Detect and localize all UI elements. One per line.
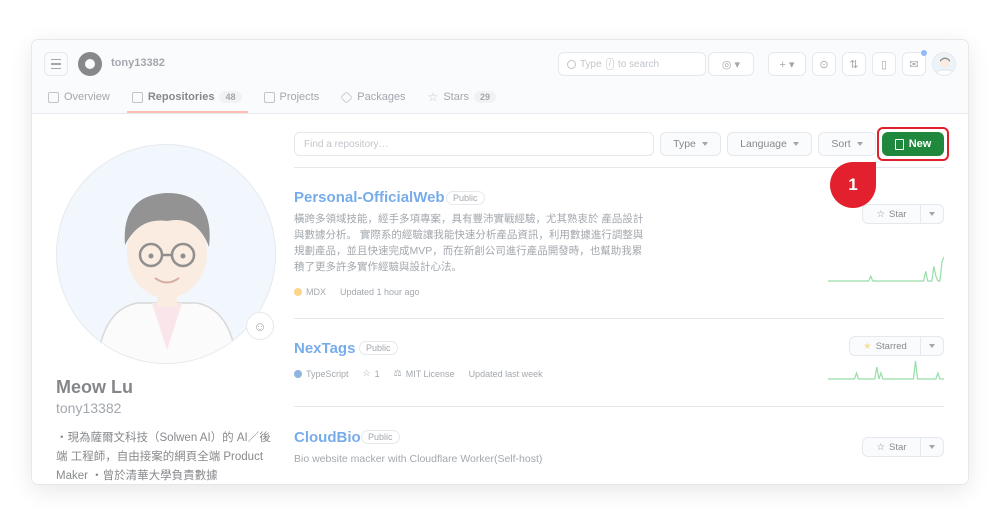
type-filter-button[interactable]: Type	[660, 132, 721, 156]
sort-button[interactable]: Sort	[818, 132, 876, 156]
plus-icon: + ▾	[779, 58, 795, 71]
repositories-button[interactable]: ▯	[872, 52, 896, 76]
header-username[interactable]: tony13382	[111, 57, 165, 69]
github-logo-icon[interactable]	[78, 52, 102, 76]
caret-down-icon	[929, 445, 935, 449]
find-repository-input[interactable]: Find a repository…	[294, 132, 654, 156]
star-button[interactable]: ☆ Star	[862, 437, 944, 457]
star-filled-icon: ★	[863, 340, 872, 352]
profile-bio: ・現為薩爾文科技（Solwen AI）的 AI／後端 工程師，自由接案的網頁全端…	[56, 432, 271, 482]
user-avatar[interactable]	[932, 52, 956, 76]
repo-meta: MDX Updated 1 hour ago	[294, 287, 420, 297]
activity-sparkline	[828, 360, 944, 380]
language-filter-button[interactable]: Language	[727, 132, 812, 156]
menu-button[interactable]	[44, 52, 68, 76]
pull-requests-button[interactable]: ⇅	[842, 52, 866, 76]
issues-button[interactable]: ⊙	[812, 52, 836, 76]
language-color-dot	[294, 288, 302, 296]
search-input[interactable]: Type / to search	[558, 52, 706, 76]
repo-description: Bio website macker with Cloudflare Worke…	[294, 453, 543, 465]
pull-request-icon: ⇅	[849, 58, 859, 71]
smiley-icon: ☺	[253, 318, 267, 334]
sparkline-path	[828, 360, 944, 380]
issues-icon: ⊙	[819, 58, 829, 71]
repo-description: 橫跨多領域技能，經手多項專案，具有豐沛實戰經驗，尤其熟衷於 產品設計與數據分析。…	[294, 213, 644, 273]
tab-repositories[interactable]: Repositories 48	[131, 89, 252, 105]
tab-overview[interactable]: Overview	[48, 89, 120, 105]
package-icon	[340, 90, 353, 104]
repo-icon	[131, 91, 143, 103]
copilot-button[interactable]: ◎ ▾	[708, 52, 754, 76]
star-list-dropdown[interactable]	[921, 205, 943, 223]
notification-dot	[921, 50, 927, 56]
profile-login: tony13382	[56, 400, 122, 416]
table-icon	[263, 91, 275, 103]
profile-fullname: Meow Lu	[56, 377, 133, 397]
caret-down-icon	[792, 142, 799, 146]
book-open-icon	[48, 91, 59, 103]
unstar-button[interactable]: ★ Starred	[849, 336, 944, 356]
star-list-dropdown[interactable]	[921, 438, 943, 456]
caret-down-icon	[856, 142, 863, 146]
sparkline-path	[828, 256, 944, 282]
step-marker: 1	[830, 162, 876, 208]
star-button[interactable]: ☆ Star	[862, 204, 944, 224]
repo-name-link[interactable]: Personal-OfficialWeb	[294, 189, 445, 206]
tab-packages[interactable]: Packages	[340, 89, 415, 105]
book-icon: ▯	[880, 58, 888, 71]
visibility-badge: Public	[361, 430, 400, 444]
active-tab-indicator	[127, 111, 248, 113]
profile-avatar[interactable]	[56, 144, 276, 364]
visibility-badge: Public	[446, 191, 485, 205]
repositories-count: 48	[219, 91, 242, 103]
new-button-highlight	[877, 127, 949, 161]
repo-name-link[interactable]: NexTags	[294, 340, 355, 357]
set-status-button[interactable]: ☺	[246, 312, 274, 340]
divider	[294, 318, 944, 319]
repo-meta: TypeScript ☆ 1 ⚖ MIT License Updated last …	[294, 368, 543, 379]
divider	[294, 406, 944, 407]
law-icon: ⚖	[393, 368, 402, 378]
repo-name-link[interactable]: CloudBio	[294, 429, 361, 446]
github-profile-window: tony13382 Type / to search ◎ ▾ + ▾ ⊙ ⇅ ▯…	[32, 40, 968, 484]
tab-stars[interactable]: ☆ Stars 29	[428, 89, 506, 105]
tab-projects[interactable]: Projects	[263, 89, 330, 105]
star-icon: ☆	[427, 90, 439, 104]
inbox-icon: ✉	[909, 58, 919, 71]
visibility-badge: Public	[359, 341, 398, 355]
star-icon: ☆	[876, 208, 886, 220]
caret-down-icon	[929, 212, 935, 216]
stars-count: 29	[474, 91, 497, 103]
create-new-button[interactable]: + ▾	[768, 52, 806, 76]
copilot-icon: ◎ ▾	[721, 58, 741, 71]
language-color-dot	[294, 369, 302, 378]
star-icon: ☆	[362, 368, 371, 378]
caret-down-icon	[929, 344, 935, 348]
caret-down-icon	[701, 142, 708, 146]
activity-sparkline	[828, 256, 944, 282]
profile-tabs: Overview Repositories 48 Projects Packag…	[48, 89, 518, 105]
top-header: tony13382 Type / to search ◎ ▾ + ▾ ⊙ ⇅ ▯…	[32, 40, 968, 114]
star-list-dropdown[interactable]	[921, 337, 943, 355]
search-icon	[567, 59, 576, 69]
star-icon: ☆	[876, 441, 886, 453]
